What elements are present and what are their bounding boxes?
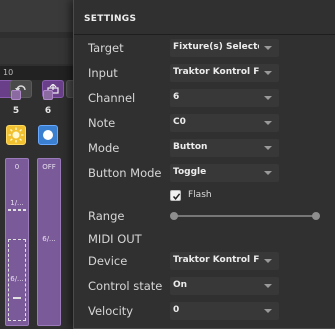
velocity-select[interactable]: 0	[170, 302, 279, 320]
settings-title: SETTINGS	[84, 14, 137, 24]
mode-row: Mode Button	[74, 136, 335, 161]
midi-out-heading: MIDI OUT	[88, 232, 142, 246]
control-state-row: Control state On	[74, 274, 335, 299]
channel-select-toggle[interactable]	[43, 90, 53, 100]
device-label: Device	[88, 254, 128, 268]
button-mode-row: Button Mode Toggle	[74, 161, 335, 186]
mode-select[interactable]: Button	[170, 139, 279, 157]
device-row: Device Traktor Kontrol F1 -	[74, 249, 335, 274]
fader-marker	[8, 209, 26, 211]
velocity-label: Velocity	[88, 304, 134, 318]
channel-row: Channel 6	[74, 86, 335, 111]
target-select[interactable]: Fixture(s) Selected	[170, 39, 279, 57]
note-value: C0	[173, 117, 186, 127]
note-row: Note C0	[74, 111, 335, 136]
fader-top-label: 0	[14, 163, 20, 171]
chevron-down-icon	[264, 96, 272, 100]
flash-label: Flash	[188, 190, 212, 200]
range-label: Range	[88, 209, 125, 223]
flash-option: Flash	[170, 190, 290, 204]
fader-low-label: 6/...	[10, 275, 24, 283]
device-select[interactable]: Traktor Kontrol F1 -	[170, 252, 279, 270]
mode-value: Button	[173, 142, 208, 152]
checkmark-icon	[172, 193, 181, 200]
fader-top-label: OFF	[42, 163, 56, 171]
range-slider-track	[174, 215, 316, 217]
control-state-label: Control state	[88, 279, 163, 293]
note-label: Note	[88, 116, 116, 130]
channel-strip-6: 6 OFF 6/...	[34, 80, 64, 329]
velocity-row: Velocity 0	[74, 299, 335, 324]
channel-fader[interactable]: 0 1/... 6/...	[5, 158, 29, 326]
channel-select-toggle[interactable]	[11, 90, 21, 100]
chevron-down-icon	[264, 71, 272, 75]
control-state-value: On	[173, 280, 188, 290]
range-slider[interactable]	[170, 209, 320, 223]
chevron-down-icon	[264, 259, 272, 263]
mode-label: Mode	[88, 141, 120, 155]
range-low-thumb[interactable]	[170, 212, 178, 220]
target-label: Target	[88, 41, 124, 55]
velocity-value: 0	[173, 305, 180, 315]
sun-icon[interactable]	[6, 125, 26, 145]
flash-checkbox[interactable]	[170, 190, 181, 201]
input-label: Input	[88, 66, 118, 80]
target-row: Target Fixture(s) Selected	[74, 36, 335, 61]
device-value: Traktor Kontrol F1 -	[173, 255, 259, 265]
button-mode-label: Button Mode	[88, 166, 162, 180]
input-select[interactable]: Traktor Kontrol F1 -	[170, 64, 279, 82]
timeline-ruler: 10	[0, 66, 80, 80]
fader-mid-label: 6/...	[42, 235, 56, 243]
input-value: Traktor Kontrol F1 -	[173, 67, 259, 77]
channel-label: Channel	[88, 91, 136, 105]
settings-panel: SETTINGS Target Fixture(s) Selected Inpu…	[73, 0, 335, 329]
chevron-down-icon	[264, 146, 272, 150]
channel-number: 6	[44, 106, 52, 116]
button-mode-select[interactable]: Toggle	[170, 164, 279, 182]
range-high-thumb[interactable]	[312, 212, 320, 220]
chevron-down-icon	[264, 46, 272, 50]
channel-number: 5	[12, 106, 20, 116]
input-row: Input Traktor Kontrol F1 -	[74, 61, 335, 86]
channel-value: 6	[173, 92, 180, 102]
fader-mid-label: 1/...	[10, 199, 24, 207]
channel-fader[interactable]: OFF 6/...	[37, 158, 61, 326]
mixer-toolbar	[0, 38, 88, 98]
mixer-topbar	[0, 0, 80, 32]
settings-header: SETTINGS	[74, 0, 335, 35]
chevron-down-icon	[264, 121, 272, 125]
chevron-down-icon	[264, 284, 272, 288]
channel-strip-5: 5 0 1/... 6/...	[2, 80, 32, 329]
button-mode-value: Toggle	[173, 167, 207, 177]
chevron-down-icon	[264, 309, 272, 313]
channel-select[interactable]: 6	[170, 89, 279, 107]
moon-icon[interactable]	[38, 125, 58, 145]
chevron-down-icon	[264, 171, 272, 175]
control-state-select[interactable]: On	[170, 277, 279, 295]
note-select[interactable]: C0	[170, 114, 279, 132]
fader-handle[interactable]	[13, 297, 21, 299]
target-value: Fixture(s) Selected	[173, 42, 259, 52]
